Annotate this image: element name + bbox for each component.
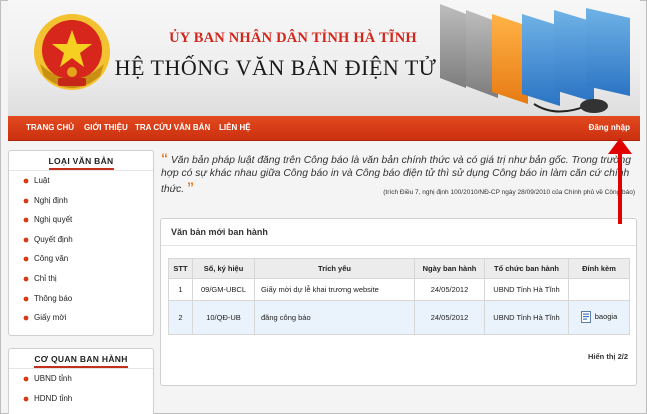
- bullet-icon: [23, 376, 29, 382]
- col-stt: STT: [168, 258, 193, 279]
- nav-home[interactable]: TRANG CHỦ: [26, 123, 74, 132]
- col-trich-yeu: Trích yếu: [254, 258, 415, 279]
- cell-so[interactable]: 10/QĐ-UB: [192, 300, 255, 335]
- agency-title: CƠ QUAN BAN HÀNH: [9, 349, 153, 369]
- nav-about[interactable]: GIỚI THIỆU: [84, 123, 128, 132]
- open-quote-icon: “: [161, 150, 168, 166]
- header-title-system: HỆ THỐNG VĂN BẢN ĐIỆN TỬ: [114, 55, 437, 80]
- bullet-icon: [23, 217, 29, 223]
- sidebar-item-cong-van[interactable]: Công văn: [9, 249, 153, 269]
- sidebar-item-hdnd-tinh[interactable]: HDND tỉnh: [9, 389, 153, 409]
- sidebar-item-quyet-dinh[interactable]: Quyết định: [9, 230, 153, 250]
- doc-type-title: LOẠI VĂN BẢN: [9, 151, 153, 171]
- red-arrow-icon: [608, 138, 632, 224]
- bullet-icon: [23, 315, 29, 321]
- bullet-icon: [23, 296, 29, 301]
- close-quote-icon: ”: [187, 178, 194, 195]
- paging-info: Hiển thị 2/2: [587, 352, 628, 361]
- nav-contact[interactable]: LIÊN HỆ: [219, 123, 251, 132]
- cell-ngay: 24/05/2012: [414, 278, 485, 301]
- site-header: ỦY BAN NHÂN DÂN TỈNH HÀ TĨNH HỆ THỐNG VĂ…: [8, 0, 640, 116]
- cell-dinh-kem: [568, 278, 630, 301]
- col-to-chuc: Tổ chức ban hành: [484, 258, 569, 279]
- cell-dinh-kem: baogia: [568, 300, 630, 335]
- sidebar-item-nghi-dinh[interactable]: Nghị định: [9, 191, 153, 211]
- new-docs-panel: Văn bản mới ban hành STT Số, ký hiệu Trí…: [160, 218, 637, 386]
- national-emblem-icon: [34, 14, 110, 90]
- cell-trich-yeu[interactable]: đăng công báo: [254, 300, 415, 335]
- table-row[interactable]: 2 10/QĐ-UB đăng công báo 24/05/2012 UBND…: [168, 300, 630, 335]
- bullet-icon: [23, 198, 29, 203]
- table-row[interactable]: 1 09/GM-UBCL Giấy mời dự lễ khai trương …: [168, 278, 630, 301]
- cell-trich-yeu[interactable]: Giấy mời dự lễ khai trương website: [254, 278, 415, 301]
- quote-citation: (trích Điều 7, nghị định 100/2010/NĐ-CP …: [383, 189, 635, 196]
- sidebar-item-ubnd-tinh[interactable]: UBND tỉnh: [9, 369, 153, 389]
- login-link[interactable]: Đăng nhập: [589, 123, 630, 132]
- docs-table: STT Số, ký hiệu Trích yếu Ngày ban hành …: [168, 258, 630, 335]
- doc-type-panel: LOẠI VĂN BẢN Luật Nghị định Nghị quyết Q…: [8, 150, 154, 336]
- bullet-icon: [23, 178, 29, 184]
- header-title-org: ỦY BAN NHÂN DÂN TỈNH HÀ TĨNH: [169, 30, 417, 46]
- cell-to-chuc: UBND Tỉnh Hà Tĩnh: [484, 300, 569, 335]
- agency-panel: CƠ QUAN BAN HÀNH UBND tỉnh HDND tỉnh: [8, 348, 154, 414]
- attachment-file-icon: [580, 310, 591, 323]
- bullet-icon: [23, 396, 29, 401]
- attachment-name: baogia: [594, 312, 618, 321]
- sidebar-item-thong-bao[interactable]: Thông báo: [9, 289, 153, 309]
- col-dinh-kem: Đính kèm: [568, 258, 630, 279]
- bullet-icon: [23, 256, 29, 262]
- cell-ngay: 24/05/2012: [414, 300, 485, 335]
- col-so-ky-hieu: Số, ký hiệu: [192, 258, 255, 279]
- sidebar-item-luat[interactable]: Luật: [9, 171, 153, 191]
- cell-stt: 1: [168, 278, 193, 301]
- main-nav: TRANG CHỦ GIỚI THIỆU TRA CỨU VĂN BẢN LIÊ…: [8, 116, 640, 141]
- sidebar-item-nghi-quyet[interactable]: Nghị quyết: [9, 210, 153, 230]
- divider: [161, 245, 636, 246]
- sidebar-item-chi-thi[interactable]: Chỉ thị: [9, 269, 153, 289]
- table-header-row: STT Số, ký hiệu Trích yếu Ngày ban hành …: [168, 258, 630, 279]
- new-docs-title: Văn bản mới ban hành: [171, 227, 268, 237]
- bullet-icon: [23, 237, 29, 243]
- cell-to-chuc: UBND Tỉnh Hà Tĩnh: [484, 278, 569, 301]
- nav-search-docs[interactable]: TRA CỨU VĂN BẢN: [135, 123, 210, 132]
- cell-stt: 2: [168, 300, 193, 335]
- folders-mouse-icon: [440, 4, 630, 113]
- cell-so[interactable]: 09/GM-UBCL: [192, 278, 255, 301]
- bullet-icon: [23, 276, 29, 282]
- sidebar-item-giay-moi[interactable]: Giấy mời: [9, 308, 153, 328]
- col-ngay-ban-hanh: Ngày ban hành: [414, 258, 485, 279]
- attachment-link[interactable]: baogia: [580, 310, 618, 323]
